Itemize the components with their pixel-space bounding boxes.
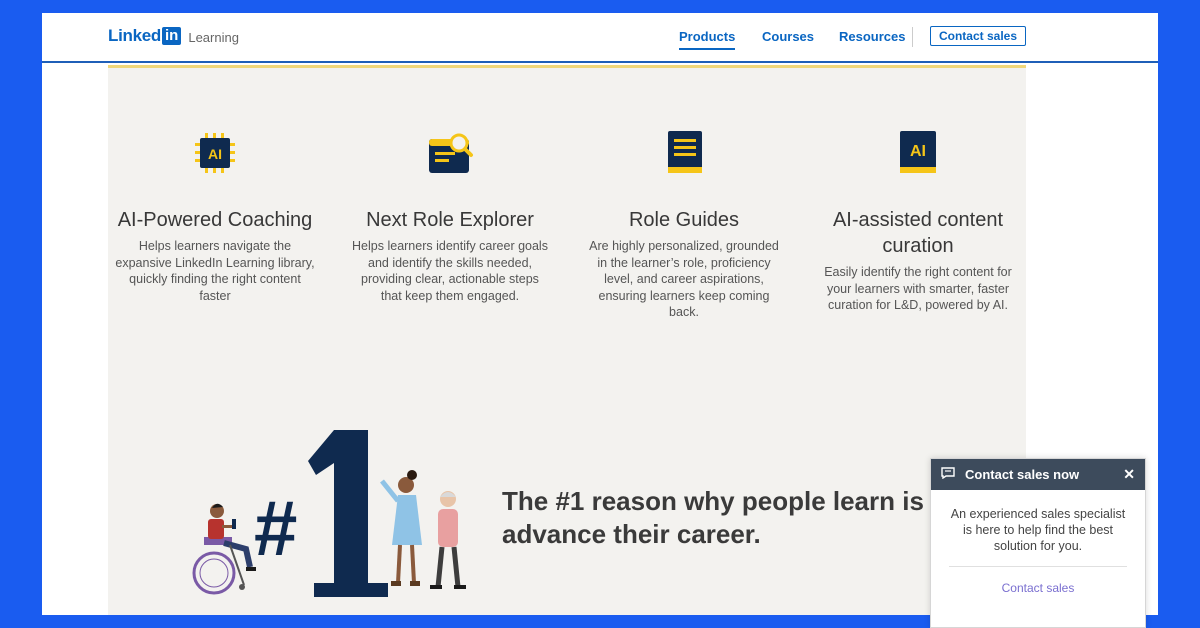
ai-book-icon: AI [894,129,942,177]
feature-description: Are highly personalized, grounded in the… [589,239,779,319]
nav-resources[interactable]: Resources [839,29,905,44]
features-panel: AI AI-Powered Coaching Helps learners na… [108,65,1026,615]
svg-text:AI: AI [208,146,222,162]
document-search-icon [426,129,474,177]
older-man [430,491,466,589]
logo-in-box: in [162,27,182,45]
feature-next-role-explorer: Next Role Explorer Helps learners identi… [350,129,550,304]
feature-content-curation: AI AI-assisted content curation Easily i… [818,129,1018,314]
svg-text:AI: AI [910,143,926,160]
ai-chip-icon: AI [191,129,239,177]
chat-header[interactable]: Contact sales now ✕ [931,459,1145,490]
hash-glyph: # [254,484,297,572]
hero-headline: The #1 reason why people learn is to adv… [502,486,956,549]
contact-sales-button[interactable]: Contact sales [930,26,1026,46]
chat-message: An experienced sales specialist is here … [950,507,1126,553]
logo-subtitle: Learning [188,30,239,45]
number-one-illustration: # [186,415,466,615]
chat-bubble-icon [941,467,955,482]
chat-divider [949,566,1127,567]
number-one-shape [308,430,388,597]
feature-role-guides: Role Guides Are highly personalized, gro… [584,129,784,321]
feature-title: AI-assisted content curation [832,209,1004,257]
panel-accent-strip [108,65,1026,68]
feature-description: Helps learners navigate the expansive Li… [115,239,315,303]
feature-description: Easily identify the right content for yo… [824,265,1012,312]
feature-ai-coaching: AI AI-Powered Coaching Helps learners na… [115,129,315,304]
nav-divider [912,27,913,47]
close-icon[interactable]: ✕ [1123,466,1135,483]
wheelchair-person [192,503,256,595]
linkedin-learning-logo[interactable]: Linked in Learning [108,26,239,46]
site-header: Linked in Learning Products Courses Reso… [42,13,1158,63]
nav-courses[interactable]: Courses [762,29,814,44]
pointing-woman [380,470,422,586]
feature-title: Next Role Explorer [366,209,534,231]
book-icon [660,129,708,177]
logo-word: Linked [108,26,161,45]
feature-title: AI-Powered Coaching [117,209,313,231]
contact-sales-chat-widget: Contact sales now ✕ An experienced sales… [930,458,1146,628]
feature-description: Helps learners identify career goals and… [352,239,548,303]
nav-products[interactable]: Products [679,29,736,50]
feature-title: Role Guides [628,209,740,231]
chat-contact-sales-link[interactable]: Contact sales [931,581,1145,595]
chat-title: Contact sales now [965,467,1080,482]
